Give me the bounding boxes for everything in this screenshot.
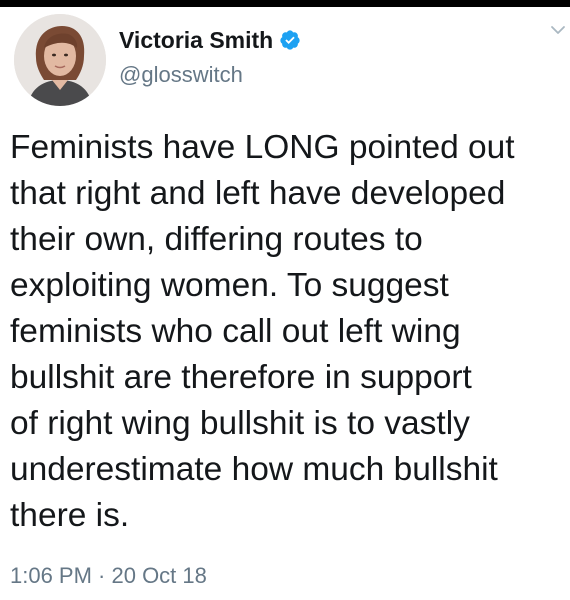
chevron-down-icon[interactable] xyxy=(550,24,566,36)
verified-badge-icon xyxy=(280,30,300,50)
top-edge-bar xyxy=(0,0,570,7)
author-display-name[interactable]: Victoria Smith xyxy=(119,25,273,55)
avatar-photo xyxy=(14,14,106,106)
tweet-text: Feminists have LONG pointed out that rig… xyxy=(10,129,515,534)
author-username[interactable]: @glosswitch xyxy=(119,61,243,89)
avatar[interactable] xyxy=(14,14,106,106)
tweet-timestamp[interactable]: 1:06 PM · 20 Oct 18 xyxy=(10,563,207,589)
author-display-name-row[interactable]: Victoria Smith xyxy=(119,25,301,55)
